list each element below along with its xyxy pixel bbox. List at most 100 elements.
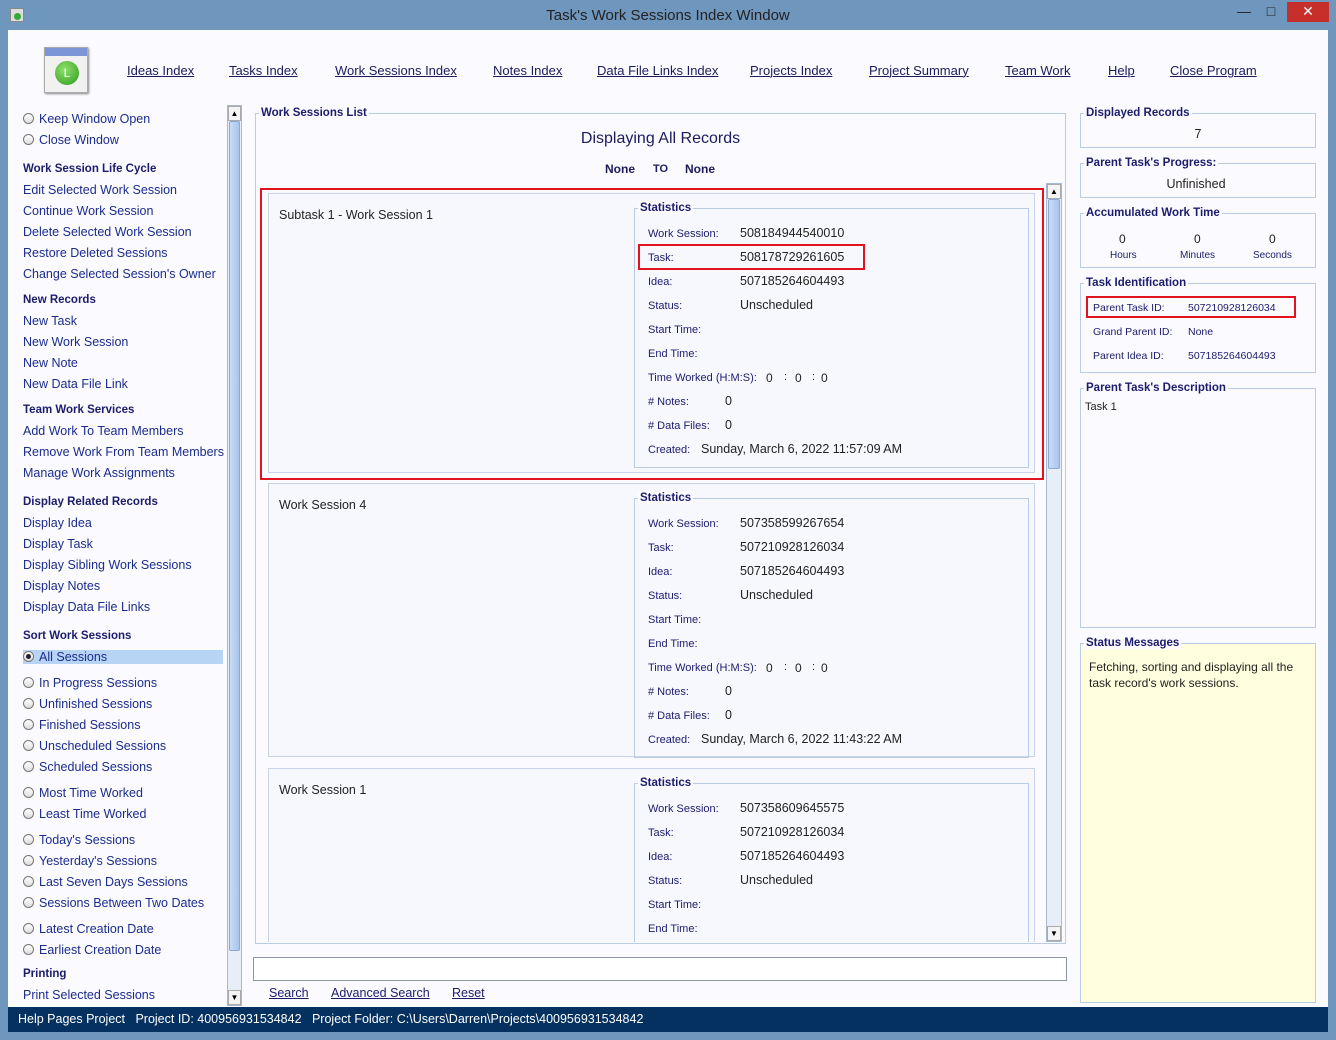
radio-button-icon[interactable] — [23, 740, 34, 751]
radio-button-icon[interactable] — [23, 134, 34, 145]
sidebar-radio[interactable]: Yesterday's Sessions — [23, 854, 157, 868]
time-separator: : — [812, 661, 816, 673]
advanced-search-button[interactable]: Advanced Search — [331, 986, 430, 1000]
menu-close-program[interactable]: Close Program — [1170, 63, 1257, 78]
menu-data-file-links-index[interactable]: Data File Links Index — [597, 63, 718, 78]
sidebar-radio[interactable]: In Progress Sessions — [23, 676, 157, 690]
radio-button-icon[interactable] — [23, 897, 34, 908]
scroll-thumb[interactable] — [229, 121, 240, 951]
sidebar-item[interactable]: Display Task — [23, 537, 93, 551]
sidebar-item[interactable]: Change Selected Session's Owner — [23, 267, 216, 281]
time-worked-s: 0 — [821, 661, 828, 675]
radio-button-icon[interactable] — [23, 855, 34, 866]
close-window-button[interactable]: ✕ — [1287, 2, 1329, 22]
sidebar-item[interactable]: New Work Session — [23, 335, 128, 349]
sidebar-radio[interactable]: Last Seven Days Sessions — [23, 875, 188, 889]
sidebar-radio[interactable]: Close Window — [23, 133, 119, 147]
menu-notes-index[interactable]: Notes Index — [493, 63, 562, 78]
end-label: End Time: — [648, 923, 698, 935]
search-input[interactable] — [253, 957, 1067, 981]
sidebar-label: Edit Selected Work Session — [23, 183, 178, 197]
radio-button-icon[interactable] — [23, 719, 34, 730]
scroll-up-arrow-icon[interactable]: ▲ — [228, 106, 241, 121]
menu-project-summary[interactable]: Project Summary — [869, 63, 969, 78]
sidebar-radio[interactable]: Today's Sessions — [23, 833, 135, 847]
sidebar-radio[interactable]: Unscheduled Sessions — [23, 739, 166, 753]
task-value: 507210928126034 — [740, 825, 845, 839]
sidebar-label: All Sessions — [39, 650, 108, 664]
sidebar-heading: Sort Work Sessions — [23, 630, 131, 642]
time-worked-h: 0 — [766, 661, 773, 675]
list-scrollbar[interactable]: ▲ ▼ — [1046, 183, 1062, 942]
seconds-label: Seconds — [1253, 250, 1292, 261]
menu-ideas-index[interactable]: Ideas Index — [127, 63, 194, 78]
sidebar-radio[interactable]: Finished Sessions — [23, 718, 140, 732]
sidebar-item[interactable]: Add Work To Team Members — [23, 424, 183, 438]
sidebar-item[interactable]: Continue Work Session — [23, 204, 153, 218]
sidebar-item[interactable]: New Task — [23, 314, 77, 328]
radio-button-icon[interactable] — [23, 761, 34, 772]
sidebar-item[interactable]: Restore Deleted Sessions — [23, 246, 168, 260]
scroll-up-arrow-icon[interactable]: ▲ — [1047, 184, 1061, 199]
work-session-card[interactable]: Work Session 1 Statistics Work Session: 507… — [268, 768, 1035, 942]
radio-button-icon[interactable] — [23, 876, 34, 887]
task-identification-legend: Task Identification — [1084, 277, 1189, 289]
status-messages-legend: Status Messages — [1084, 637, 1182, 649]
radio-button-icon[interactable] — [23, 698, 34, 709]
sidebar-item[interactable]: Display Notes — [23, 579, 100, 593]
sidebar-item[interactable]: Remove Work From Team Members — [23, 445, 224, 459]
menu-tasks-index[interactable]: Tasks Index — [229, 63, 298, 78]
sidebar-item[interactable]: Display Idea — [23, 516, 92, 530]
menu-team-work[interactable]: Team Work — [1005, 63, 1071, 78]
sidebar-label: Keep Window Open — [39, 112, 151, 126]
sidebar-item[interactable]: New Note — [23, 356, 78, 370]
sidebar-item[interactable]: Edit Selected Work Session — [23, 183, 177, 197]
minimize-button[interactable]: — — [1230, 2, 1258, 22]
sidebar-label: Display Related Records — [23, 496, 158, 508]
status-bar: Help Pages Project Project ID: 400956931… — [8, 1007, 1328, 1032]
menu-projects-index[interactable]: Projects Index — [750, 63, 832, 78]
sidebar-label: New Work Session — [23, 335, 129, 349]
sidebar-radio[interactable]: Latest Creation Date — [23, 922, 154, 936]
sidebar-label: Display Notes — [23, 579, 101, 593]
sidebar-radio[interactable]: Earliest Creation Date — [23, 943, 161, 957]
sidebar-label: Most Time Worked — [39, 786, 143, 800]
sidebar-radio[interactable]: Least Time Worked — [23, 807, 146, 821]
sidebar-item[interactable]: Display Sibling Work Sessions — [23, 558, 192, 572]
radio-button-icon[interactable] — [23, 923, 34, 934]
sidebar-radio[interactable]: Scheduled Sessions — [23, 760, 152, 774]
maximize-button[interactable]: □ — [1257, 2, 1285, 22]
sidebar-radio[interactable]: All Sessions — [23, 650, 223, 664]
radio-button-icon[interactable] — [23, 677, 34, 688]
sidebar-item[interactable]: New Data File Link — [23, 377, 128, 391]
scroll-down-arrow-icon[interactable]: ▼ — [228, 990, 241, 1005]
scroll-down-arrow-icon[interactable]: ▼ — [1047, 926, 1061, 941]
radio-button-icon[interactable] — [23, 787, 34, 798]
sidebar-radio[interactable]: Most Time Worked — [23, 786, 143, 800]
sidebar-radio[interactable]: Unfinished Sessions — [23, 697, 152, 711]
search-button[interactable]: Search — [269, 986, 309, 1000]
sidebar-label: Display Sibling Work Sessions — [23, 558, 192, 572]
sidebar-item[interactable]: Delete Selected Work Session — [23, 225, 192, 239]
radio-button-icon[interactable] — [23, 113, 34, 124]
radio-button-icon[interactable] — [23, 944, 34, 955]
sidebar-label: Work Session Life Cycle — [23, 163, 157, 175]
work-session-card[interactable]: Work Session 4 Statistics Work Session: 507… — [268, 483, 1035, 758]
sidebar-item[interactable]: Display Data File Links — [23, 600, 150, 614]
sidebar-item[interactable]: Print Selected Sessions — [23, 988, 155, 1002]
scroll-thumb[interactable] — [1048, 199, 1060, 469]
sidebar-radio[interactable]: Keep Window Open — [23, 112, 150, 126]
menu-help[interactable]: Help — [1108, 63, 1135, 78]
menu-work-sessions-index[interactable]: Work Sessions Index — [335, 63, 457, 78]
sidebar-label: Continue Work Session — [23, 204, 154, 218]
sidebar-radio[interactable]: Sessions Between Two Dates — [23, 896, 204, 910]
status-value: Unscheduled — [740, 588, 813, 602]
sidebar-item[interactable]: Manage Work Assignments — [23, 466, 175, 480]
sidebar-scrollbar[interactable]: ▲ ▼ — [227, 105, 242, 1006]
radio-button-icon[interactable] — [23, 808, 34, 819]
sidebar-label: Manage Work Assignments — [23, 466, 175, 480]
radio-button-icon[interactable] — [23, 834, 34, 845]
sidebar-label: Change Selected Session's Owner — [23, 267, 216, 281]
reset-button[interactable]: Reset — [452, 986, 485, 1000]
radio-button-icon[interactable] — [23, 651, 34, 662]
